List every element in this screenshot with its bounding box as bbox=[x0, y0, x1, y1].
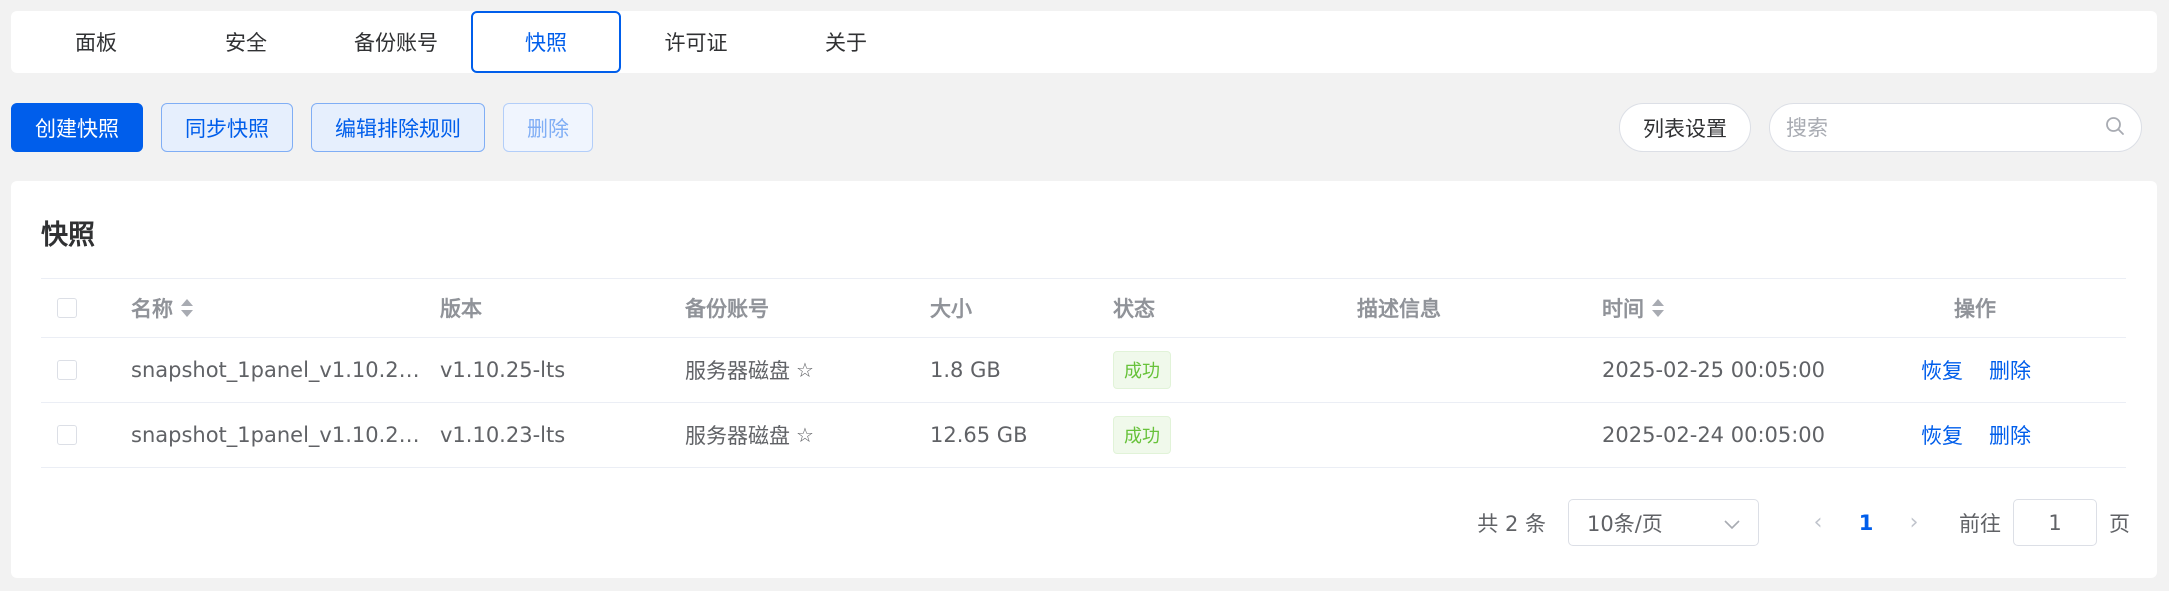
column-description: 描述信息 bbox=[1357, 297, 1441, 321]
snapshot-time: 2025-02-24 00:05:00 bbox=[1602, 423, 1826, 447]
chevron-down-icon bbox=[1724, 511, 1740, 535]
column-actions: 操作 bbox=[1954, 297, 1996, 321]
snapshot-version: v1.10.25-lts bbox=[440, 358, 566, 382]
tab-about[interactable]: 关于 bbox=[771, 11, 921, 73]
tab-snapshot[interactable]: 快照 bbox=[471, 11, 621, 73]
page-size-select[interactable]: 10条/页 bbox=[1568, 499, 1759, 546]
tab-backup-account[interactable]: 备份账号 bbox=[321, 11, 471, 73]
card-title: 快照 bbox=[41, 220, 95, 251]
tab-security[interactable]: 安全 bbox=[171, 11, 321, 73]
column-name[interactable]: 名称 bbox=[131, 279, 193, 337]
status-badge: 成功 bbox=[1113, 416, 1171, 454]
edit-exclude-rules-button[interactable]: 编辑排除规则 bbox=[311, 103, 485, 152]
snapshot-card: 快照 名称 版本 备份账号 大小 状态 描述信息 时间 操作 snapshot_… bbox=[11, 181, 2157, 578]
delete-link[interactable]: 删除 bbox=[1989, 420, 2031, 450]
table-row: snapshot_1panel_v1.10.2… v1.10.25-lts 服务… bbox=[41, 338, 2126, 403]
page-number[interactable]: 1 bbox=[1843, 511, 1889, 535]
search-input[interactable] bbox=[1786, 115, 2086, 140]
status-badge: 成功 bbox=[1113, 351, 1171, 389]
search-icon[interactable] bbox=[2105, 116, 2125, 140]
list-settings-button[interactable]: 列表设置 bbox=[1619, 103, 1751, 152]
snapshot-version: v1.10.23-lts bbox=[440, 423, 566, 447]
snapshot-name: snapshot_1panel_v1.10.2… bbox=[131, 423, 420, 447]
backup-account: 服务器磁盘 ☆ bbox=[685, 358, 814, 383]
settings-tabs: 面板 安全 备份账号 快照 许可证 关于 bbox=[11, 11, 2157, 73]
table-header: 名称 版本 备份账号 大小 状态 描述信息 时间 操作 bbox=[41, 278, 2126, 338]
column-version: 版本 bbox=[440, 297, 482, 321]
page-suffix: 页 bbox=[2109, 511, 2130, 536]
select-all-checkbox[interactable] bbox=[57, 298, 77, 318]
next-page-icon[interactable]: › bbox=[1889, 510, 1939, 535]
prev-page-icon[interactable]: ‹ bbox=[1793, 510, 1843, 535]
delete-link[interactable]: 删除 bbox=[1989, 355, 2031, 385]
pagination: 共 2 条 10条/页 ‹ 1 › 前往 1 页 bbox=[1477, 499, 2130, 546]
backup-account: 服务器磁盘 ☆ bbox=[685, 423, 814, 448]
tab-panel[interactable]: 面板 bbox=[21, 11, 171, 73]
toolbar-right: 列表设置 bbox=[1619, 103, 2142, 152]
search-box bbox=[1769, 103, 2142, 152]
table-row: snapshot_1panel_v1.10.2… v1.10.23-lts 服务… bbox=[41, 403, 2126, 468]
snapshot-table: 名称 版本 备份账号 大小 状态 描述信息 时间 操作 snapshot_1pa… bbox=[41, 278, 2126, 468]
column-time[interactable]: 时间 bbox=[1602, 279, 1664, 337]
snapshot-time: 2025-02-25 00:05:00 bbox=[1602, 358, 1826, 382]
tab-license[interactable]: 许可证 bbox=[621, 11, 771, 73]
goto-page-input[interactable]: 1 bbox=[2013, 499, 2097, 546]
total-count: 共 2 条 bbox=[1477, 511, 1546, 536]
toolbar: 创建快照 同步快照 编辑排除规则 删除 bbox=[11, 103, 593, 152]
delete-button[interactable]: 删除 bbox=[503, 103, 593, 152]
row-checkbox[interactable] bbox=[57, 425, 77, 445]
restore-link[interactable]: 恢复 bbox=[1921, 420, 1963, 450]
sort-icon[interactable] bbox=[181, 298, 193, 318]
goto-label: 前往 bbox=[1959, 511, 2001, 536]
column-size: 大小 bbox=[930, 297, 972, 321]
column-status: 状态 bbox=[1113, 297, 1155, 321]
star-icon[interactable]: ☆ bbox=[796, 423, 814, 447]
snapshot-size: 12.65 GB bbox=[930, 423, 1028, 447]
snapshot-name: snapshot_1panel_v1.10.2… bbox=[131, 358, 420, 382]
sort-icon[interactable] bbox=[1652, 298, 1664, 318]
sync-snapshot-button[interactable]: 同步快照 bbox=[161, 103, 293, 152]
create-snapshot-button[interactable]: 创建快照 bbox=[11, 103, 143, 152]
row-checkbox[interactable] bbox=[57, 360, 77, 380]
snapshot-size: 1.8 GB bbox=[930, 358, 1001, 382]
star-icon[interactable]: ☆ bbox=[796, 358, 814, 382]
column-account: 备份账号 bbox=[685, 297, 769, 321]
restore-link[interactable]: 恢复 bbox=[1921, 355, 1963, 385]
page-size-value: 10条/页 bbox=[1587, 511, 1663, 536]
